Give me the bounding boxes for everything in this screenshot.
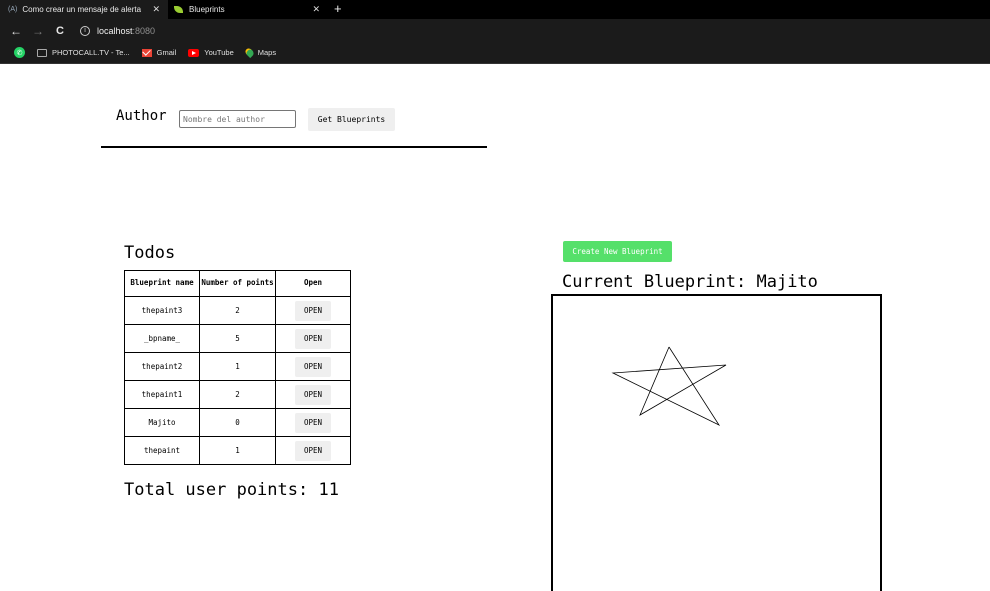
blueprint-canvas[interactable]: [551, 294, 882, 591]
blueprint-name-cell: _bpname_: [124, 324, 200, 353]
bookmark-label: Maps: [257, 48, 277, 57]
column-header-points: Number of points: [199, 270, 276, 297]
blueprint-name-cell: thepaint1: [124, 380, 200, 409]
open-cell: OPEN: [275, 352, 351, 381]
open-cell: OPEN: [275, 324, 351, 353]
current-blueprint-label: Current Blueprint: Majito: [562, 272, 818, 292]
blueprint-drawing: [611, 346, 727, 426]
bookmark-gmail[interactable]: Gmail: [141, 48, 177, 57]
current-blueprint-prefix: Current Blueprint:: [562, 272, 747, 292]
table-row: _bpname_ 5 OPEN: [124, 324, 351, 353]
tab-close-icon[interactable]: ✕: [152, 4, 160, 15]
table-row: thepaint 1 OPEN: [124, 436, 351, 465]
tab-title: Como crear un mensaje de alerta: [22, 5, 142, 14]
bookmark-photocall[interactable]: PHOTOCALL.TV - Te...: [37, 48, 130, 57]
address-bar: ← → C i localhost:8080: [0, 19, 990, 42]
blueprint-name-cell: thepaint2: [124, 352, 200, 381]
column-header-name: Blueprint name: [124, 270, 200, 297]
blueprint-points-cell: 5: [199, 324, 276, 353]
blueprint-points-cell: 2: [199, 296, 276, 325]
tab-close-icon[interactable]: ✕: [312, 4, 320, 15]
blueprints-table: Blueprint name Number of points Open the…: [124, 270, 351, 465]
new-tab-button[interactable]: +: [334, 1, 342, 16]
table-row: thepaint3 2 OPEN: [124, 296, 351, 325]
bookmark-label: PHOTOCALL.TV - Te...: [52, 48, 130, 57]
maps-icon: [243, 46, 255, 59]
blueprints-table-body: thepaint3 2 OPEN _bpname_ 5 OPEN thepaint2 1 OPE…: [124, 296, 351, 465]
url-port: :8080: [132, 25, 156, 36]
table-row: thepaint2 1 OPEN: [124, 352, 351, 381]
divider: [101, 146, 487, 148]
tab-favicon-a-icon: (A): [8, 6, 18, 13]
open-cell: OPEN: [275, 408, 351, 437]
column-header-open: Open: [275, 270, 351, 297]
open-blueprint-button[interactable]: OPEN: [295, 300, 331, 321]
tab-title: Blueprints: [189, 5, 225, 14]
browser-tab-bar: (A) Como crear un mensaje de alerta ✕ Bl…: [0, 0, 990, 19]
table-header-row: Blueprint name Number of points Open: [124, 270, 351, 297]
site-info-icon[interactable]: i: [80, 25, 90, 36]
folder-icon: [37, 48, 47, 57]
tab-blueprints[interactable]: Blueprints ✕: [168, 0, 328, 19]
open-blueprint-button[interactable]: OPEN: [295, 412, 331, 433]
bookmarks-bar: ✆ PHOTOCALL.TV - Te... Gmail YouTube Map…: [0, 42, 990, 64]
reload-icon[interactable]: C: [54, 25, 66, 37]
whatsapp-icon[interactable]: ✆: [14, 47, 25, 58]
youtube-icon: [188, 48, 200, 57]
open-blueprint-button[interactable]: OPEN: [295, 328, 331, 349]
blueprint-points-cell: 2: [199, 380, 276, 409]
author-label: Author: [116, 108, 167, 124]
open-cell: OPEN: [275, 296, 351, 325]
bookmark-maps[interactable]: Maps: [243, 46, 277, 59]
blueprint-points-cell: 1: [199, 436, 276, 465]
open-cell: OPEN: [275, 436, 351, 465]
back-arrow-icon[interactable]: ←: [10, 24, 22, 38]
author-input[interactable]: [179, 110, 296, 128]
get-blueprints-button[interactable]: Get Blueprints: [308, 108, 395, 131]
table-row: Majito 0 OPEN: [124, 408, 351, 437]
blueprint-name-cell: thepaint: [124, 436, 200, 465]
bookmark-label: YouTube: [204, 48, 234, 57]
current-blueprint-name: Majito: [756, 272, 818, 292]
create-new-blueprint-button[interactable]: Create New Blueprint: [563, 241, 672, 262]
total-user-points: Total user points: 11: [124, 480, 339, 500]
open-blueprint-button[interactable]: OPEN: [295, 440, 331, 461]
forward-arrow-icon[interactable]: →: [32, 24, 44, 38]
url-host: localhost: [97, 25, 133, 36]
open-cell: OPEN: [275, 380, 351, 409]
star-drawing: [611, 346, 727, 426]
blueprint-points-cell: 1: [199, 352, 276, 381]
bookmark-label: Gmail: [156, 48, 177, 57]
blueprint-name-cell: Majito: [124, 408, 200, 437]
blueprint-name-cell: thepaint3: [124, 296, 200, 325]
url-field[interactable]: localhost:8080: [97, 26, 155, 36]
blueprints-title: Todos: [124, 243, 176, 263]
open-blueprint-button[interactable]: OPEN: [295, 356, 331, 377]
gmail-icon: [141, 48, 152, 57]
open-blueprint-button[interactable]: OPEN: [295, 384, 331, 405]
tab-alert-message[interactable]: (A) Como crear un mensaje de alerta ✕: [0, 0, 168, 19]
bookmark-youtube[interactable]: YouTube: [188, 48, 234, 57]
table-row: thepaint1 2 OPEN: [124, 380, 351, 409]
leaf-icon: [174, 6, 183, 13]
blueprint-points-cell: 0: [199, 408, 276, 437]
